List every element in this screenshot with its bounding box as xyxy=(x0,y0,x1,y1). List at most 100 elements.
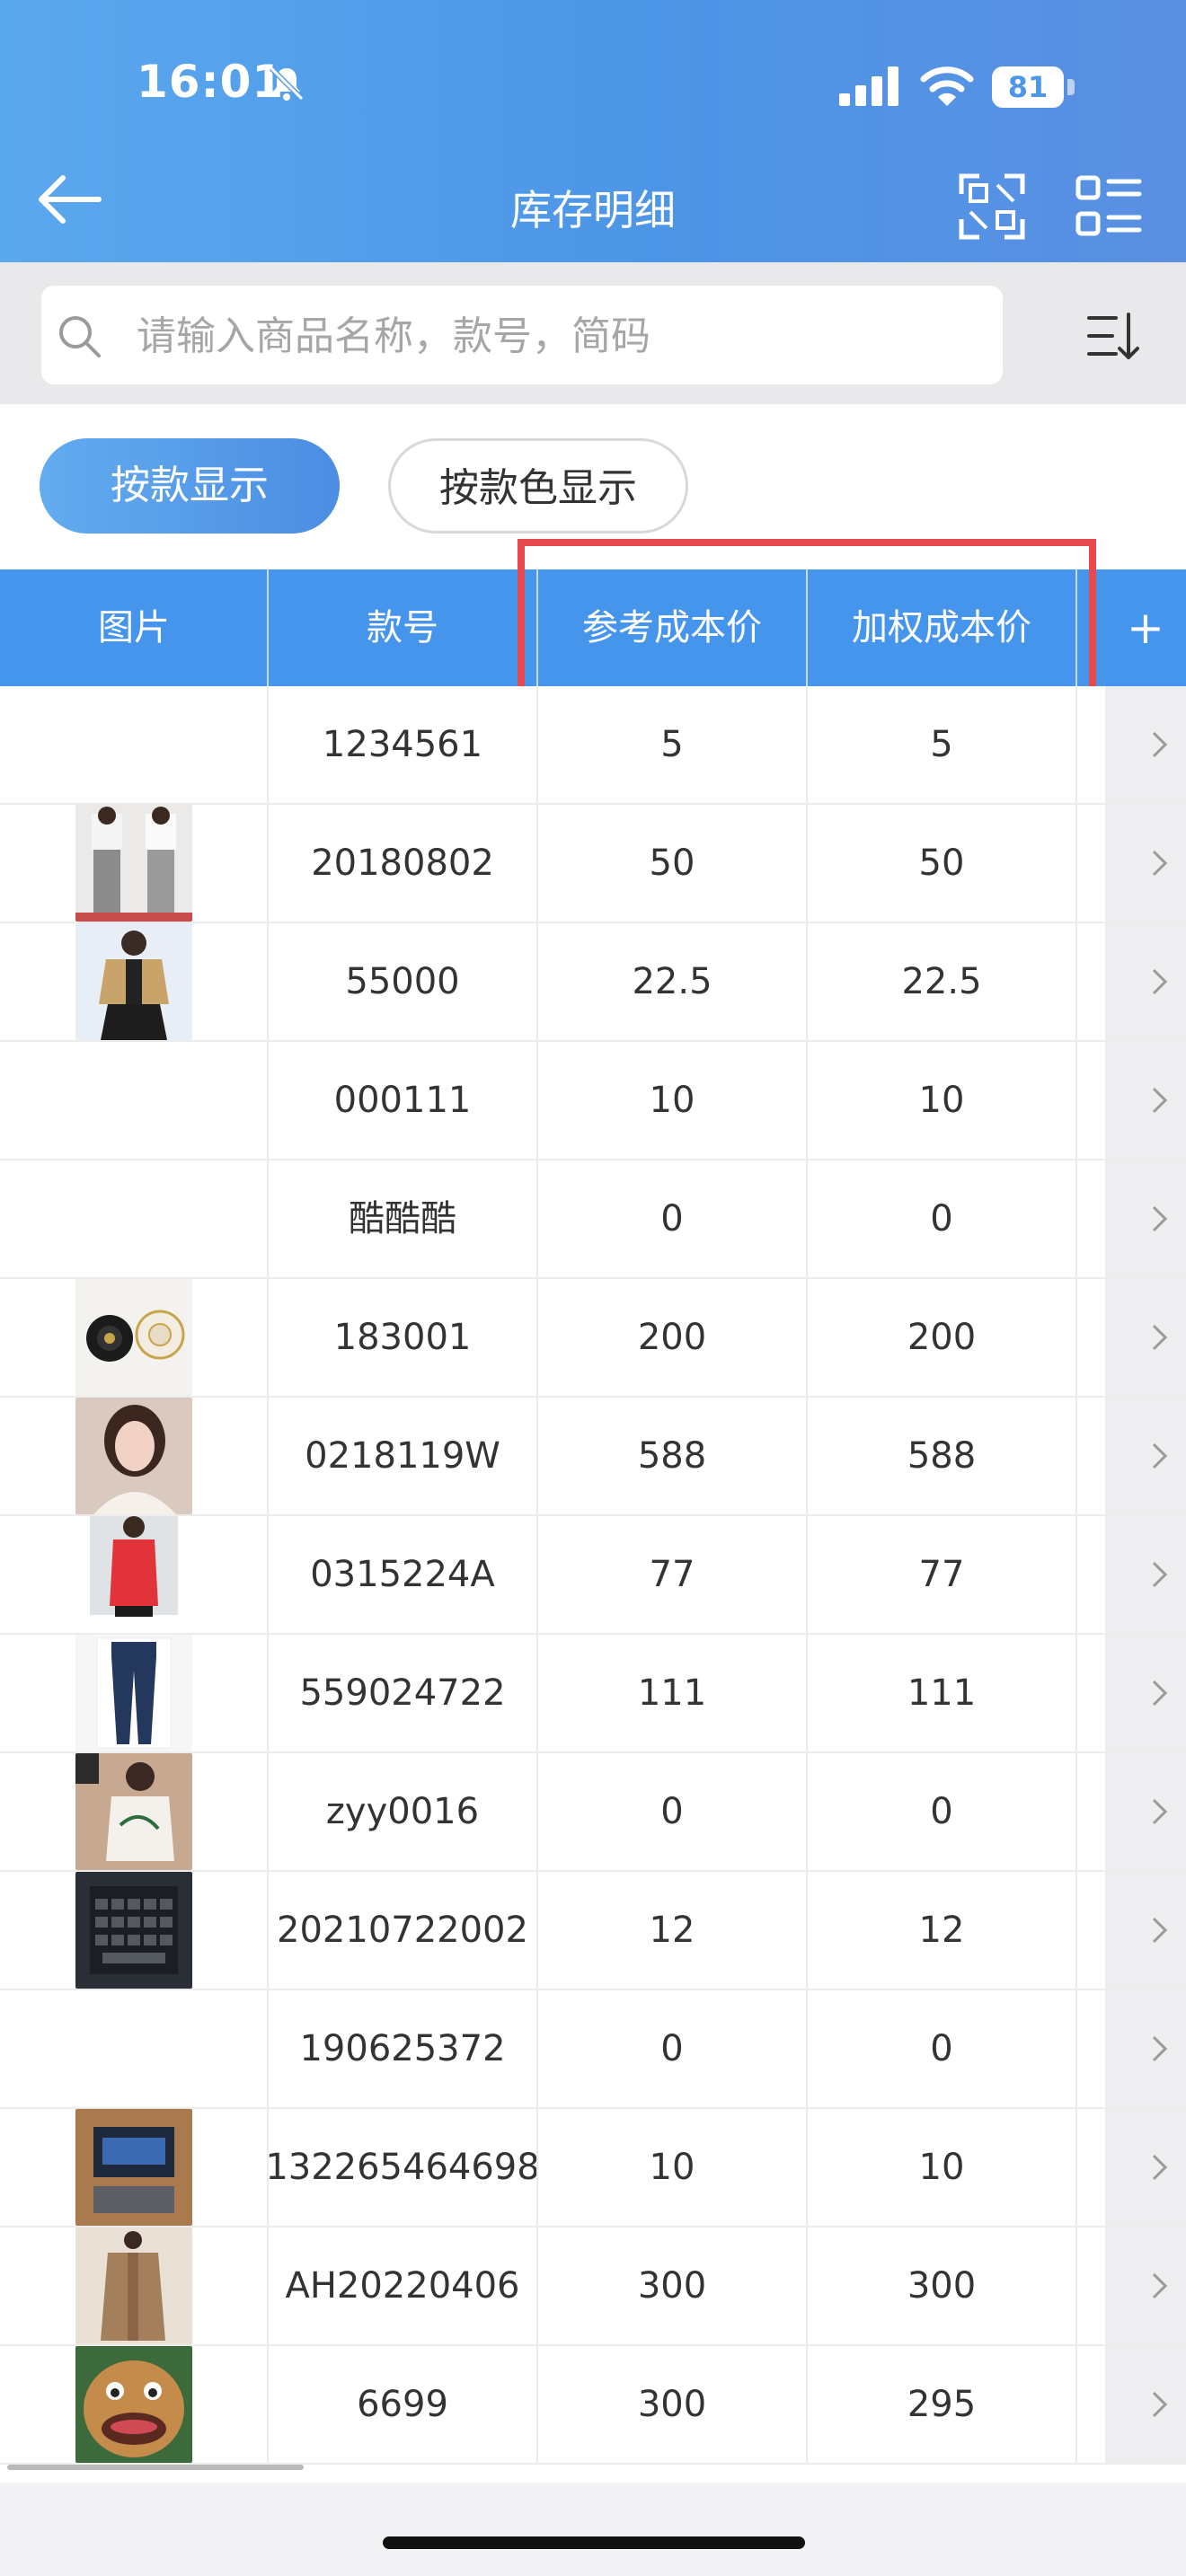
product-thumbnail xyxy=(0,2346,268,2463)
row-detail-area[interactable] xyxy=(1105,1516,1186,1633)
column-divider xyxy=(536,1279,538,1396)
chevron-right-icon[interactable] xyxy=(1150,1322,1170,1353)
column-divider xyxy=(267,1872,269,1989)
column-divider xyxy=(536,1635,538,1751)
reference-cost-cell: 50 xyxy=(649,842,695,884)
product-thumbnail xyxy=(0,2109,268,2226)
column-divider xyxy=(267,1635,269,1751)
weighted-cost-cell: 77 xyxy=(918,1554,965,1595)
column-divider xyxy=(1075,686,1077,803)
bottom-safe-area xyxy=(0,2483,1186,2576)
battery-level: 81 xyxy=(992,66,1064,108)
column-divider xyxy=(536,1042,538,1159)
table-row[interactable]: 190625372 0 0 xyxy=(0,1990,1186,2109)
table-row[interactable]: 酷酷酷 0 0 xyxy=(0,1160,1186,1279)
weighted-cost-cell: 12 xyxy=(918,1910,965,1951)
column-divider xyxy=(536,1990,538,2107)
table-row[interactable]: 000111 10 10 xyxy=(0,1042,1186,1160)
reference-cost-cell: 12 xyxy=(649,1910,695,1951)
table-row[interactable]: 55000 22.5 22.5 xyxy=(0,923,1186,1042)
weighted-cost-cell: 588 xyxy=(907,1435,977,1477)
table-row[interactable]: 1234561 5 5 xyxy=(0,686,1186,805)
style-code-cell: 20210722002 xyxy=(277,1910,528,1951)
chevron-right-icon[interactable] xyxy=(1150,1085,1170,1116)
search-input[interactable] xyxy=(135,286,947,386)
chevron-right-icon[interactable] xyxy=(1150,966,1170,997)
reference-cost-cell: 10 xyxy=(649,2147,695,2188)
table-row[interactable]: 20180802 50 50 xyxy=(0,805,1186,923)
row-detail-area[interactable] xyxy=(1105,1990,1186,2107)
weighted-cost-cell: 10 xyxy=(918,1080,965,1121)
style-code-cell: 酷酷酷 xyxy=(349,1198,456,1239)
horizontal-scroll-indicator[interactable] xyxy=(7,2465,304,2470)
scan-icon[interactable] xyxy=(958,172,1026,241)
bell-off-icon xyxy=(269,66,305,101)
search-box[interactable] xyxy=(41,286,1003,386)
weighted-cost-cell: 0 xyxy=(930,2028,953,2069)
reference-cost-cell: 111 xyxy=(637,1672,707,1714)
column-divider xyxy=(536,923,538,1040)
column-header-image: 图片 xyxy=(98,607,170,648)
row-detail-area[interactable] xyxy=(1105,1753,1186,1870)
style-code-cell: 20180802 xyxy=(311,842,494,884)
table-row[interactable]: 183001 200 200 xyxy=(0,1279,1186,1398)
table-row[interactable]: 132265464698 10 10 xyxy=(0,2109,1186,2228)
table-row[interactable]: 0315224A 77 77 xyxy=(0,1516,1186,1635)
row-detail-area[interactable] xyxy=(1105,1398,1186,1514)
product-thumbnail xyxy=(0,1753,268,1870)
column-divider xyxy=(536,1516,538,1633)
row-detail-area[interactable] xyxy=(1105,1279,1186,1396)
chevron-right-icon[interactable] xyxy=(1150,848,1170,878)
by-style-color-button[interactable]: 按款色显示 xyxy=(388,438,688,534)
row-detail-area[interactable] xyxy=(1105,2109,1186,2226)
home-indicator[interactable] xyxy=(383,2536,805,2549)
chevron-right-icon[interactable] xyxy=(1150,2271,1170,2301)
weighted-cost-cell: 0 xyxy=(930,1791,953,1832)
row-detail-area[interactable] xyxy=(1105,686,1186,803)
column-divider xyxy=(806,1398,808,1514)
column-divider xyxy=(806,805,808,922)
chevron-right-icon[interactable] xyxy=(1150,1441,1170,1471)
row-detail-area[interactable] xyxy=(1105,1160,1186,1277)
sort-icon[interactable] xyxy=(1085,309,1141,365)
by-style-button[interactable]: 按款显示 xyxy=(40,438,340,534)
column-divider xyxy=(806,1160,808,1277)
chevron-right-icon[interactable] xyxy=(1150,2389,1170,2420)
table-row[interactable]: AH20220406 300 300 xyxy=(0,2228,1186,2346)
column-divider xyxy=(806,923,808,1040)
list-view-icon[interactable] xyxy=(1075,172,1143,241)
reference-cost-cell: 5 xyxy=(660,724,684,765)
row-detail-area[interactable] xyxy=(1105,1042,1186,1159)
column-divider xyxy=(1075,2346,1077,2463)
chevron-right-icon[interactable] xyxy=(1150,2152,1170,2183)
chevron-right-icon[interactable] xyxy=(1150,1559,1170,1590)
column-divider xyxy=(267,805,269,922)
table-row[interactable]: 6699 300 295 xyxy=(0,2346,1186,2465)
row-detail-area[interactable] xyxy=(1105,923,1186,1040)
chevron-right-icon[interactable] xyxy=(1150,1915,1170,1945)
column-divider xyxy=(1075,1042,1077,1159)
chevron-right-icon[interactable] xyxy=(1150,1796,1170,1827)
table-row[interactable]: 20210722002 12 12 xyxy=(0,1872,1186,1990)
row-detail-area[interactable] xyxy=(1105,1872,1186,1989)
column-divider xyxy=(267,2228,269,2344)
table-row[interactable]: zyy0016 0 0 xyxy=(0,1753,1186,1872)
style-code-cell: 0315224A xyxy=(310,1554,495,1595)
chevron-right-icon[interactable] xyxy=(1150,1204,1170,1234)
row-detail-area[interactable] xyxy=(1105,2346,1186,2463)
chevron-right-icon[interactable] xyxy=(1150,1678,1170,1708)
column-divider xyxy=(806,2228,808,2344)
row-detail-area[interactable] xyxy=(1105,805,1186,922)
style-code-cell: 000111 xyxy=(333,1080,472,1121)
chevron-right-icon[interactable] xyxy=(1150,729,1170,760)
table-row[interactable]: 559024722 111 111 xyxy=(0,1635,1186,1753)
style-code-cell: 183001 xyxy=(333,1317,472,1358)
column-divider xyxy=(1075,2228,1077,2344)
row-detail-area[interactable] xyxy=(1105,2228,1186,2344)
add-column-button[interactable]: + xyxy=(1105,569,1186,686)
table-row[interactable]: 0218119W 588 588 xyxy=(0,1398,1186,1516)
product-thumbnail xyxy=(0,686,268,803)
chevron-right-icon[interactable] xyxy=(1150,2033,1170,2064)
column-divider xyxy=(806,1042,808,1159)
row-detail-area[interactable] xyxy=(1105,1635,1186,1751)
